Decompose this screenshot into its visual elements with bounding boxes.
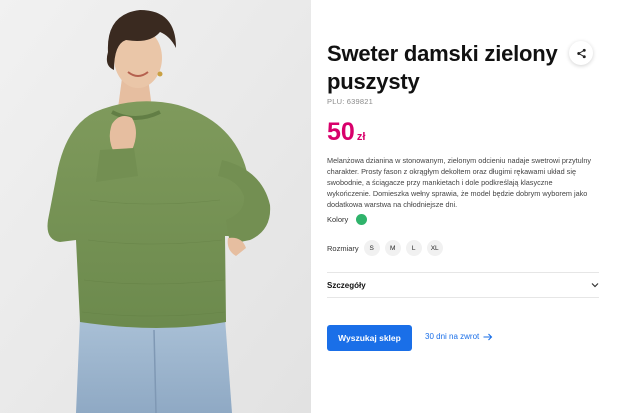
product-price: 50 zł <box>327 117 365 147</box>
product-photo <box>0 0 311 413</box>
product-title: Sweter damski zielony puszysty <box>327 41 558 94</box>
chevron-down-icon <box>591 283 599 288</box>
size-option-s[interactable]: S <box>363 240 380 256</box>
product-info-panel: Sweter damski zielony puszysty PLU: 6398… <box>311 0 620 413</box>
share-button[interactable] <box>569 41 593 65</box>
returns-link[interactable]: 30 dni na zwrot <box>425 332 493 341</box>
price-value: 50 <box>327 118 355 146</box>
product-description: Melanżowa dzianina w stonowanym, zielony… <box>327 156 592 209</box>
size-option-xl[interactable]: XL <box>426 240 443 256</box>
colors-label: Kolory <box>327 215 349 224</box>
color-selector: Kolory <box>327 214 368 225</box>
details-accordion[interactable]: Szczegóły <box>327 274 599 296</box>
returns-link-label: 30 dni na zwrot <box>425 332 480 341</box>
size-option-m[interactable]: M <box>384 240 401 256</box>
color-swatch-green[interactable] <box>356 214 368 225</box>
size-option-l[interactable]: L <box>405 240 422 256</box>
price-currency: zł <box>356 131 366 143</box>
arrow-right-icon <box>483 333 493 340</box>
share-icon <box>576 48 586 58</box>
divider-top <box>327 272 599 273</box>
size-selector: Rozmiary S M L XL <box>327 240 443 256</box>
product-plu: PLU: 639821 <box>327 97 373 106</box>
details-label: Szczegóły <box>327 280 366 290</box>
divider-bottom <box>327 297 599 298</box>
find-store-button[interactable]: Wyszukaj sklep <box>327 325 412 351</box>
sizes-label: Rozmiary <box>327 243 359 253</box>
